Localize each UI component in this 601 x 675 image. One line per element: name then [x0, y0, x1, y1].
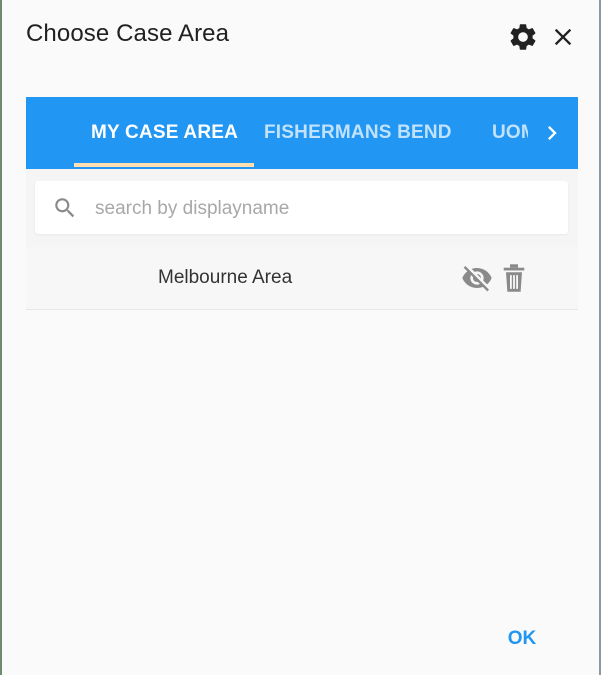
active-tab-indicator: [74, 163, 254, 167]
choose-case-area-dialog: Choose Case Area MY CASE AREA FISHERMANS…: [0, 0, 601, 675]
search-icon: [55, 198, 75, 218]
tab-my-case-area[interactable]: MY CASE AREA: [91, 97, 238, 169]
dialog-title: Choose Case Area: [26, 20, 230, 47]
ok-button[interactable]: OK: [494, 620, 550, 658]
list-item-label: Melbourne Area: [158, 267, 293, 288]
chevron-right-icon[interactable]: [538, 119, 566, 147]
gear-icon[interactable]: [507, 21, 539, 53]
background-edge-left: [0, 0, 2, 675]
close-icon[interactable]: [549, 23, 577, 51]
search-input[interactable]: [93, 191, 547, 226]
tab-fishermans-bend[interactable]: FISHERMANS BEND: [264, 97, 452, 169]
visibility-off-icon[interactable]: [461, 262, 493, 294]
case-area-tabs: MY CASE AREA FISHERMANS BEND UOM: [26, 97, 578, 169]
delete-icon[interactable]: [500, 262, 528, 294]
search-box: [35, 181, 568, 234]
list-item[interactable]: Melbourne Area: [26, 247, 578, 310]
